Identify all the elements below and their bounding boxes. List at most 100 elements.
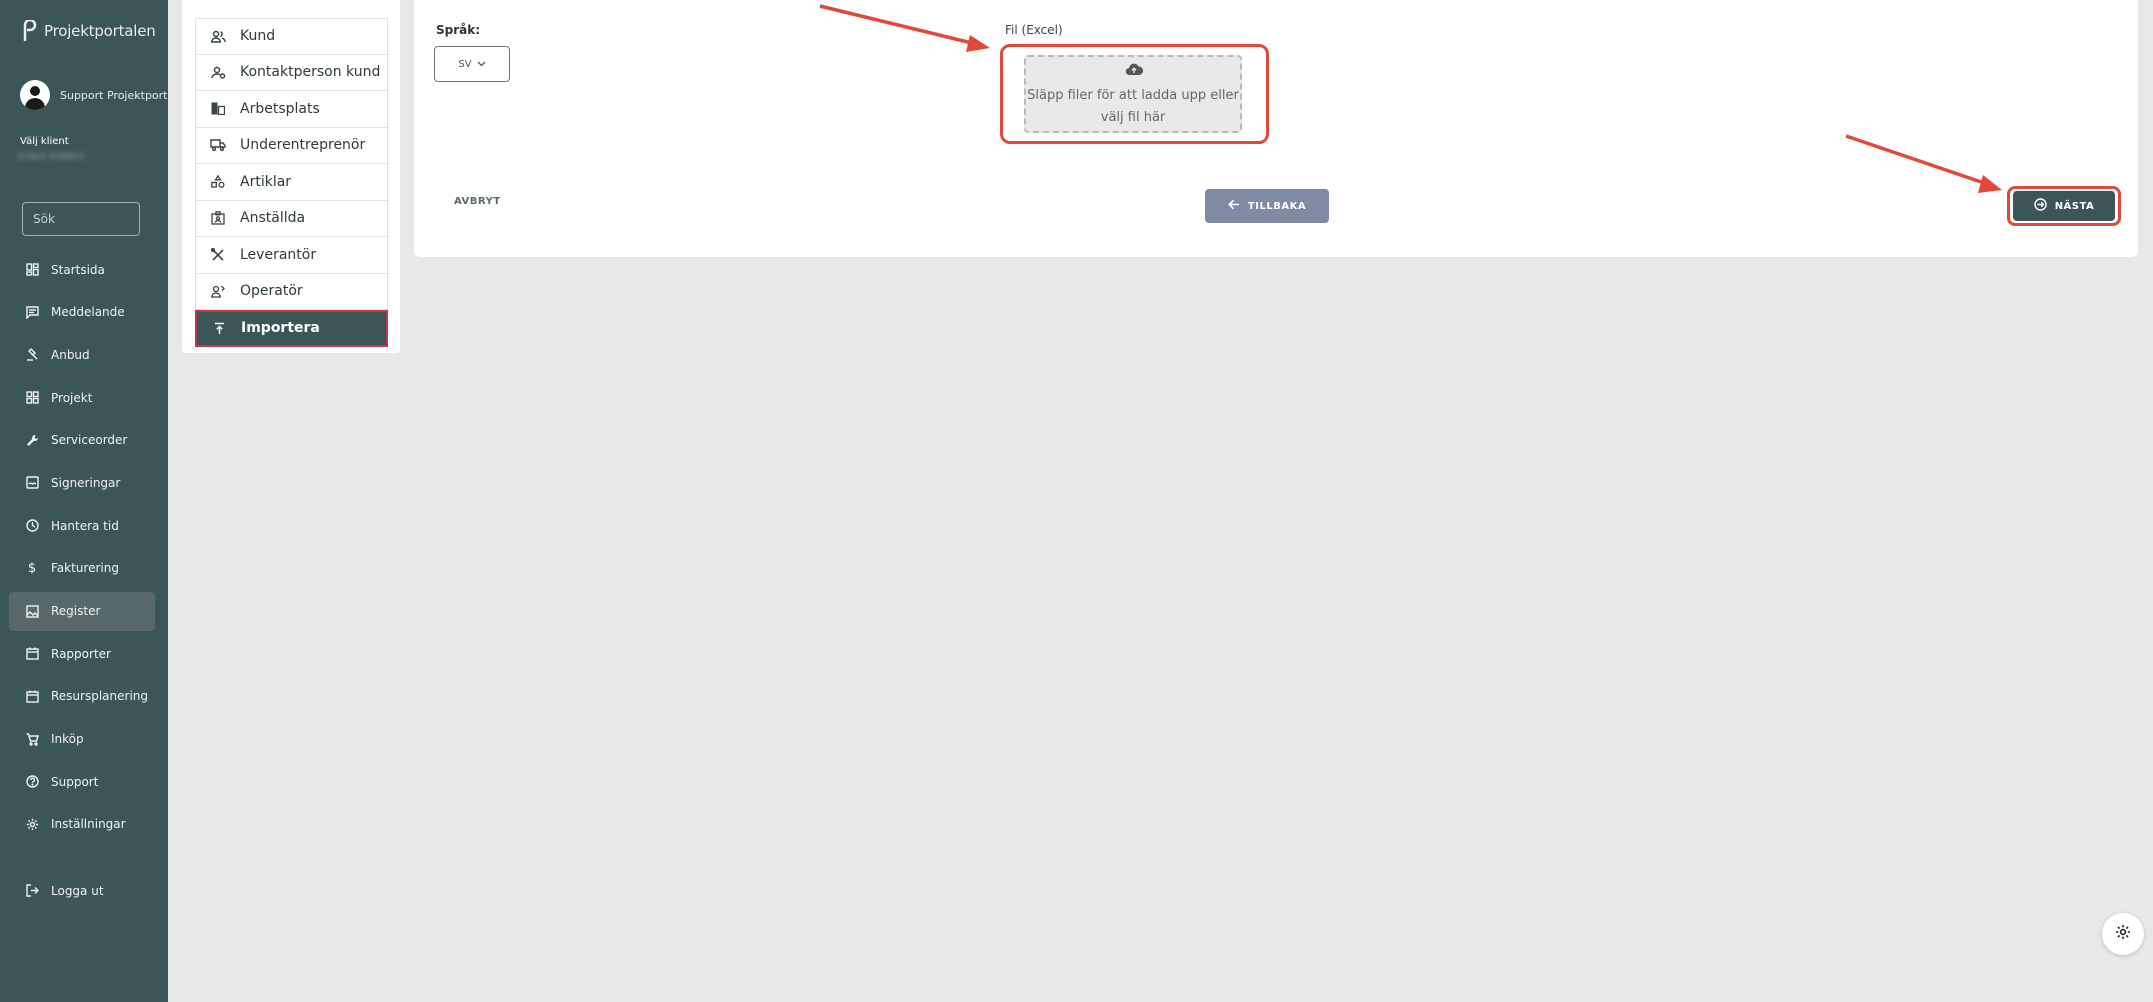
file-label: Fil (Excel) bbox=[1005, 23, 1063, 37]
sidebar-item-projekt[interactable]: Projekt bbox=[9, 378, 155, 417]
submenu-item-label: Importera bbox=[241, 320, 320, 337]
sidebar-item-anbud[interactable]: Anbud bbox=[9, 335, 155, 374]
submenu-item-label: Underentreprenör bbox=[240, 137, 366, 154]
submenu-item-label: Leverantör bbox=[240, 246, 317, 263]
people-icon bbox=[210, 28, 226, 44]
sidebar-item-label: Projekt bbox=[51, 390, 93, 405]
signature-icon bbox=[25, 476, 39, 490]
sidebar-item-label: Register bbox=[51, 604, 101, 618]
search-input[interactable] bbox=[22, 202, 140, 236]
grid-icon bbox=[25, 391, 39, 405]
sidebar-item-meddelande[interactable]: Meddelande bbox=[9, 293, 155, 332]
sidebar-item-label: Signeringar bbox=[51, 475, 121, 490]
app-logo[interactable]: Projektportalen bbox=[22, 20, 156, 42]
sidebar-item-rapporter[interactable]: Rapporter bbox=[9, 634, 155, 673]
submenu-item-kund[interactable]: Kund bbox=[195, 18, 388, 55]
sidebar-item-label: Anbud bbox=[51, 347, 90, 362]
register-submenu: Kund Kontaktperson kund Arbetsplats Unde… bbox=[182, 0, 400, 353]
cancel-button[interactable]: AVBRYT bbox=[454, 196, 501, 207]
arrow-circle-icon bbox=[2033, 198, 2047, 214]
client-selector[interactable]: [client hidden] bbox=[18, 152, 158, 164]
sidebar-item-signeringar[interactable]: Signeringar bbox=[9, 463, 155, 502]
submenu-item-anstallda[interactable]: Anställda bbox=[195, 200, 388, 237]
submenu-item-importera[interactable]: Importera bbox=[195, 310, 388, 347]
submenu-item-label: Kund bbox=[240, 28, 276, 45]
sidebar-item-label: Fakturering bbox=[51, 561, 119, 576]
file-dropzone[interactable]: Släpp filer för att ladda upp eller välj… bbox=[1024, 55, 1242, 133]
arrow-left-icon bbox=[1227, 199, 1240, 213]
gear-icon bbox=[25, 817, 39, 831]
sidebar-item-fakturering[interactable]: $ Fakturering bbox=[9, 549, 155, 588]
language-label: Språk: bbox=[436, 23, 481, 37]
gavel-icon bbox=[25, 348, 39, 362]
sidebar-item-installningar[interactable]: Inställningar bbox=[9, 805, 155, 844]
sidebar: Projektportalen Support Projektportalen … bbox=[0, 0, 168, 1002]
sidebar-item-startsida[interactable]: Startsida bbox=[9, 250, 155, 289]
submenu-item-leverantor[interactable]: Leverantör bbox=[195, 237, 388, 274]
user-profile[interactable]: Support Projektportalen bbox=[20, 80, 168, 110]
clock-icon bbox=[25, 519, 39, 533]
avatar bbox=[20, 80, 50, 110]
client-label: Välj klient bbox=[20, 136, 69, 147]
chevron-down-icon bbox=[477, 59, 486, 70]
dollar-icon: $ bbox=[27, 560, 37, 576]
submenu-item-label: Anställda bbox=[240, 210, 306, 227]
sidebar-item-logga-ut[interactable]: Logga ut bbox=[9, 871, 155, 910]
upload-icon bbox=[211, 320, 227, 336]
sidebar-item-inkop[interactable]: Inköp bbox=[9, 720, 155, 759]
sidebar-item-hantera-tid[interactable]: Hantera tid bbox=[9, 506, 155, 545]
submenu-item-label: Arbetsplats bbox=[240, 100, 320, 117]
building-icon bbox=[210, 101, 226, 117]
sidebar-item-register[interactable]: Register bbox=[9, 591, 155, 631]
calendar-icon bbox=[25, 689, 39, 703]
submenu-item-label: Operatör bbox=[240, 283, 303, 300]
language-select[interactable]: SV bbox=[434, 46, 510, 82]
submenu-item-arbetsplats[interactable]: Arbetsplats bbox=[195, 91, 388, 128]
back-label: TILLBAKA bbox=[1247, 200, 1307, 212]
sidebar-item-label: Rapporter bbox=[51, 646, 111, 661]
truck-icon bbox=[210, 137, 226, 153]
sidebar-nav: Startsida Meddelande Anbud Projekt Servi… bbox=[9, 250, 155, 898]
logout-icon bbox=[25, 884, 39, 898]
message-icon bbox=[25, 305, 39, 319]
sidebar-item-label: Inställningar bbox=[51, 817, 126, 832]
tools-icon bbox=[210, 247, 226, 263]
submenu-item-underentreprenor[interactable]: Underentreprenör bbox=[195, 127, 388, 164]
sidebar-item-label: Startsida bbox=[51, 262, 105, 277]
cart-icon bbox=[25, 732, 39, 746]
settings-fab[interactable] bbox=[2102, 913, 2144, 955]
submenu-item-label: Kontaktperson kund bbox=[240, 64, 381, 81]
sidebar-item-label: Support bbox=[51, 774, 99, 789]
badge-icon bbox=[210, 210, 226, 226]
contact-person-icon bbox=[210, 64, 226, 80]
dashboard-icon bbox=[25, 263, 39, 277]
sidebar-item-label: Resursplanering bbox=[51, 689, 149, 704]
calendar-icon bbox=[25, 647, 39, 661]
sidebar-item-label: Hantera tid bbox=[51, 518, 119, 533]
next-label: NÄSTA bbox=[2054, 200, 2095, 212]
help-icon bbox=[25, 775, 39, 789]
app-title: Projektportalen bbox=[44, 22, 156, 40]
sidebar-item-support[interactable]: Support bbox=[9, 762, 155, 801]
next-button[interactable]: NÄSTA bbox=[2013, 191, 2115, 221]
back-button[interactable]: TILLBAKA bbox=[1205, 189, 1329, 223]
submenu-item-operator[interactable]: Operatör bbox=[195, 273, 388, 310]
sidebar-item-serviceorder[interactable]: Serviceorder bbox=[9, 421, 155, 460]
sidebar-item-resursplanering[interactable]: Resursplanering bbox=[9, 677, 155, 716]
user-name: Support Projektportalen bbox=[60, 88, 168, 102]
sidebar-item-label: Meddelande bbox=[51, 305, 125, 320]
shapes-icon bbox=[210, 174, 226, 190]
sidebar-item-label: Inköp bbox=[51, 732, 84, 747]
submenu-item-kontaktperson-kund[interactable]: Kontaktperson kund bbox=[195, 54, 388, 91]
submenu-item-label: Artiklar bbox=[240, 173, 292, 190]
import-card: Språk: SV Fil (Excel) Släpp filer för at… bbox=[414, 0, 2138, 257]
wrench-icon bbox=[25, 433, 39, 447]
image-icon bbox=[25, 604, 39, 618]
operator-icon bbox=[210, 283, 226, 299]
gear-icon bbox=[2115, 924, 2131, 944]
sidebar-item-label: Serviceorder bbox=[51, 433, 128, 448]
submenu-item-artiklar[interactable]: Artiklar bbox=[195, 164, 388, 201]
sidebar-item-label: Logga ut bbox=[51, 883, 104, 898]
language-value: SV bbox=[458, 58, 472, 70]
cloud-upload-icon bbox=[1125, 63, 1143, 76]
